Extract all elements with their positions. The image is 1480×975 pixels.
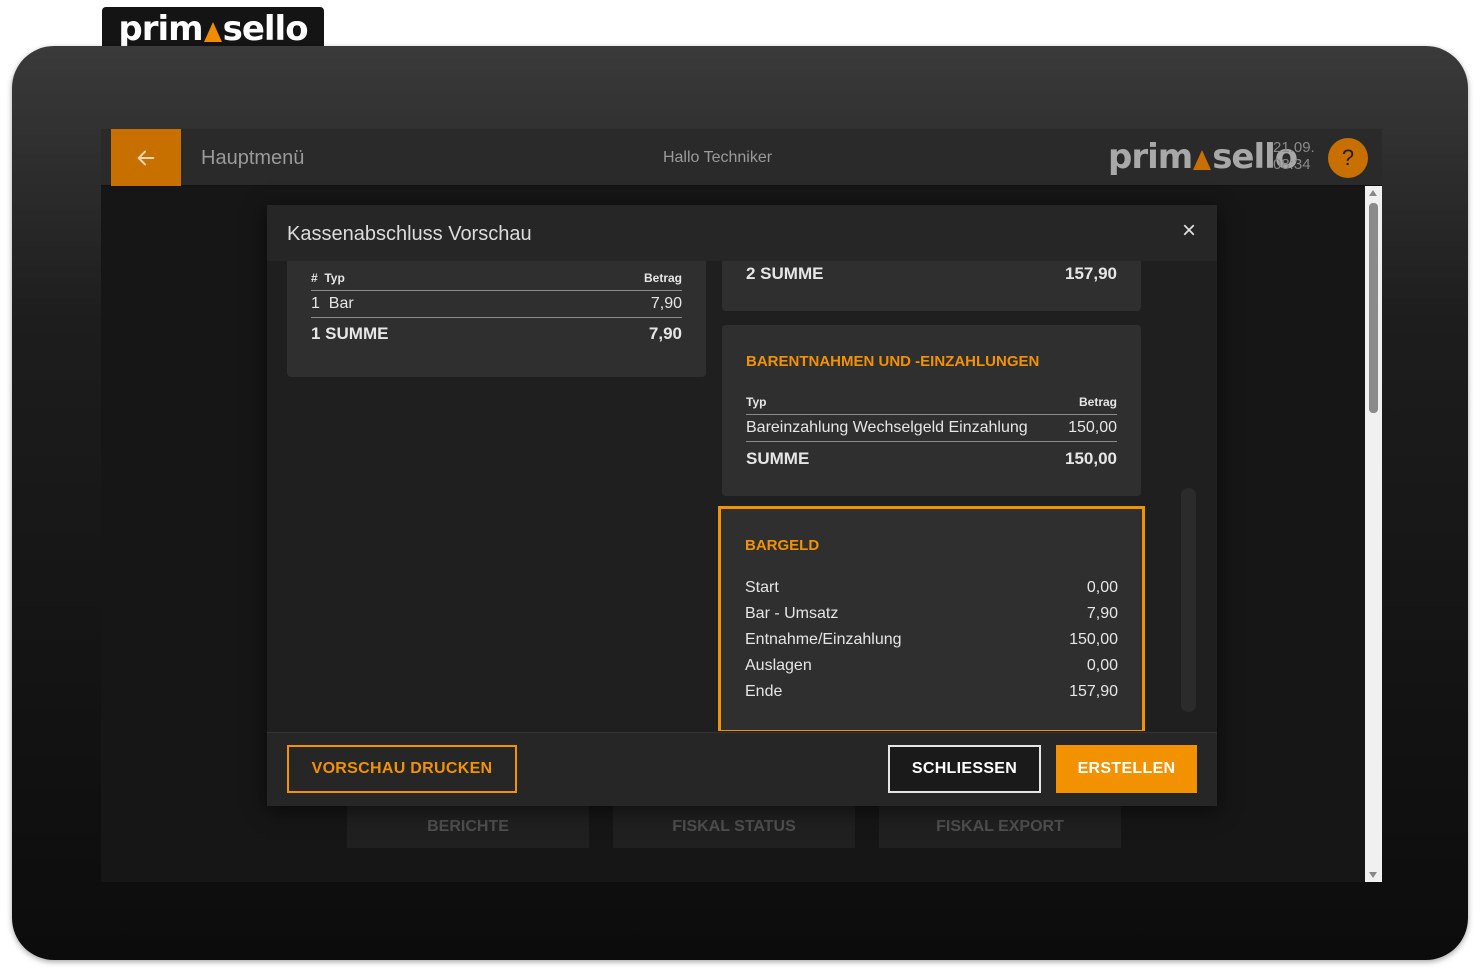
logo-a-mark-icon [203,22,222,42]
divider [311,317,682,318]
dialog-title: Kassenabschluss Vorschau [287,223,532,245]
table-header: Typ Betrag [746,395,1117,409]
cash-row-sales: Bar - Umsatz 7,90 [745,605,1118,622]
cash-row-end: Ende 157,90 [745,683,1118,700]
scroll-thumb[interactable] [1369,203,1378,413]
cash-row-expenses: Auslagen 0,00 [745,657,1118,674]
logo-a-mark-icon [1193,150,1212,170]
closing-preview-dialog: Kassenabschluss Vorschau × # Typ Betrag … [267,205,1217,806]
sum-row: SUMME 150,00 [746,449,1117,468]
app-screen: Hauptmenü Hallo Techniker prim sello 21.0… [101,129,1382,882]
page-scrollbar[interactable] [1365,186,1382,882]
table-row: 1 Bar 7,90 [311,295,682,312]
print-preview-button[interactable]: VORSCHAU DRUCKEN [287,745,517,793]
cash-card-highlighted: BARGELD Start 0,00 Bar - Umsatz 7,90 Ent… [718,506,1145,731]
divider [311,290,682,291]
dialog-scrollbar[interactable] [1181,488,1196,712]
close-icon[interactable]: × [1175,217,1203,245]
table-header: # Typ Betrag [311,271,682,285]
time: 08:34 [1273,156,1311,173]
divider [746,441,1117,442]
dialog-body[interactable]: # Typ Betrag 1 Bar 7,90 1 SUMME 7,90 2 S… [267,261,1217,731]
cash-movements-card: BARENTNAHMEN UND -EINZAHLUNGEN Typ Betra… [722,325,1141,496]
scroll-down-icon[interactable] [1369,872,1377,878]
section-title: BARGELD [745,537,820,554]
sum-row: 1 SUMME 7,90 [311,324,682,343]
cash-row-withdrawal: Entnahme/Einzahlung 150,00 [745,631,1118,648]
table-row: Bareinzahlung Wechselgeld Einzahlung 150… [746,419,1117,436]
create-button[interactable]: ERSTELLEN [1056,745,1197,793]
brand-tab: prim sello [102,7,324,51]
scroll-up-icon[interactable] [1369,190,1377,196]
dialog-footer: VORSCHAU DRUCKEN SCHLIESSEN ERSTELLEN [267,732,1217,806]
cash-row-start: Start 0,00 [745,579,1118,596]
date-time: 21.09. 08:34 [1273,139,1315,173]
payment-types-card: # Typ Betrag 1 Bar 7,90 1 SUMME 7,90 [287,261,706,377]
header-logo: prim sello [1108,137,1298,177]
primasello-logo: prim sello [118,9,308,49]
date: 21.09. [1273,139,1315,156]
dialog-header: Kassenabschluss Vorschau × [267,205,1217,261]
top-bar: Hauptmenü Hallo Techniker prim sello 21.0… [101,129,1382,186]
divider [746,414,1117,415]
sum-row: 2 SUMME 157,90 [746,264,1117,283]
section-title: BARENTNAHMEN UND -EINZAHLUNGEN [746,353,1040,370]
close-button[interactable]: SCHLIESSEN [888,745,1041,793]
help-button[interactable]: ? [1328,138,1368,178]
summary-card: 2 SUMME 157,90 [722,261,1141,311]
